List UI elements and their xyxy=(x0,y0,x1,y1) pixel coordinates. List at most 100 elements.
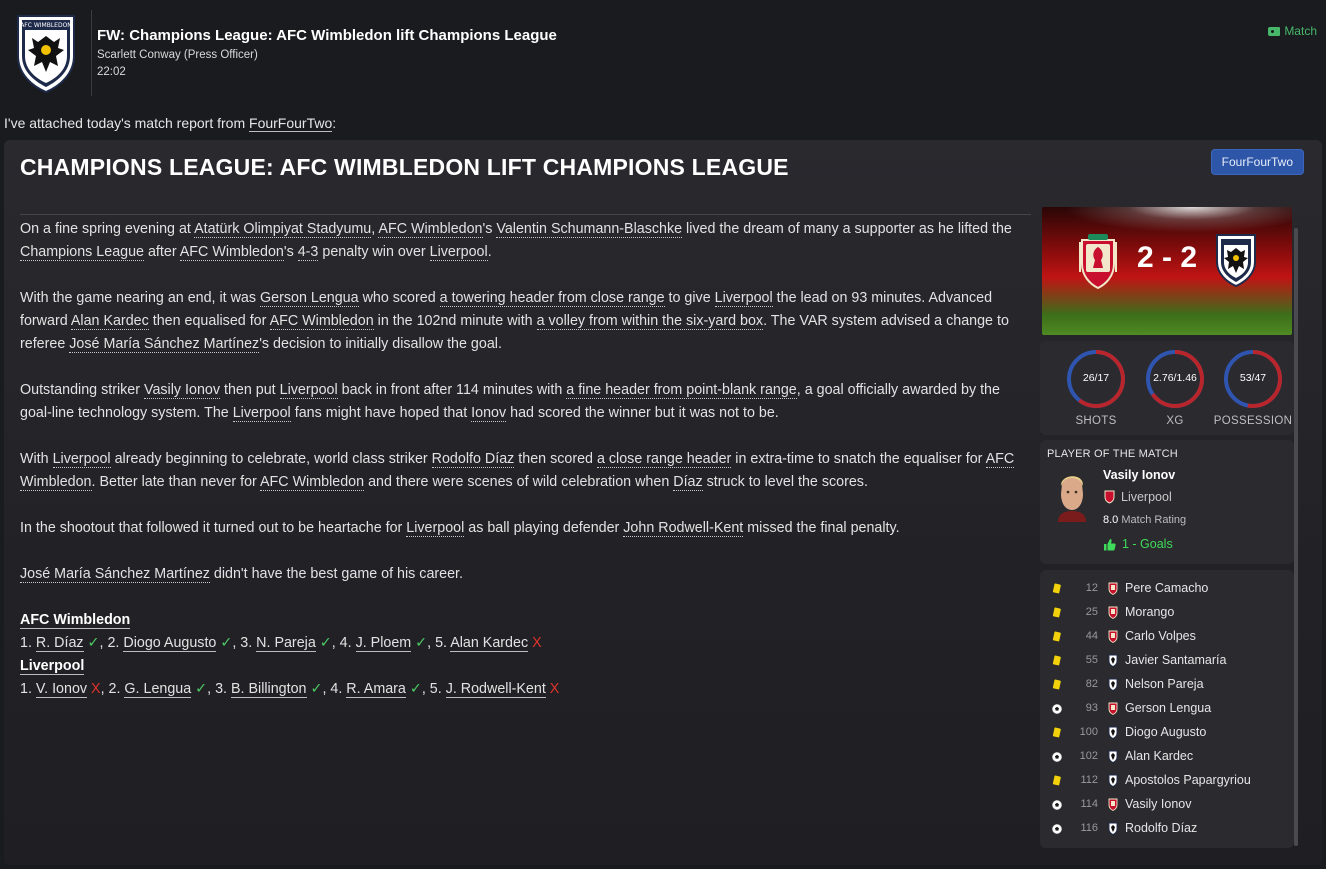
article-link[interactable]: a volley from within the six-yard box xyxy=(536,313,764,330)
kick-taker[interactable]: Diogo Augusto xyxy=(123,635,217,652)
potm-rating-label: Match Rating xyxy=(1121,514,1187,526)
event-player[interactable]: Pere Camacho xyxy=(1125,581,1208,595)
event-minute: 102 xyxy=(1079,750,1098,762)
article-link[interactable]: Gerson Lengua xyxy=(260,290,359,307)
article-link[interactable]: Alan Kardec xyxy=(70,313,149,330)
article-body: On a fine spring evening at Atatürk Olim… xyxy=(20,218,1032,701)
intro-source-link[interactable]: FourFourTwo xyxy=(249,115,333,132)
article-headline: CHAMPIONS LEAGUE: AFC WIMBLEDON LIFT CHA… xyxy=(20,154,789,180)
message-sender[interactable]: Scarlett Conway (Press Officer) xyxy=(97,49,258,61)
kick-number: , 5. xyxy=(427,635,451,651)
article-divider xyxy=(20,214,1031,215)
kick-taker[interactable]: V. Ionov xyxy=(35,681,88,698)
match-link[interactable]: Match xyxy=(1268,24,1317,38)
article-link[interactable]: Valentin Schumann-Blaschke xyxy=(496,221,683,238)
article-link[interactable]: Liverpool xyxy=(52,451,111,468)
match-stats-card[interactable]: 26/17 SHOTS 2.76/1.46 XG 53/47 POSSESSION xyxy=(1040,341,1294,435)
potm-club[interactable]: Liverpool xyxy=(1104,490,1172,504)
stat-value: 2.76/1.46 xyxy=(1153,372,1197,384)
event-player[interactable]: Gerson Lengua xyxy=(1125,701,1211,715)
event-row[interactable]: 82 Nelson Pareja xyxy=(1040,673,1294,697)
article-link[interactable]: Liverpool xyxy=(279,382,338,399)
article-link[interactable]: Atatürk Olimpiyat Stadyumu xyxy=(194,221,372,238)
event-player[interactable]: Javier Santamaría xyxy=(1125,653,1226,667)
kick-taker[interactable]: R. Amara xyxy=(346,681,406,698)
kick-taker[interactable]: J. Rodwell-Kent xyxy=(445,681,546,698)
article-link[interactable]: Liverpool xyxy=(406,520,465,537)
event-player[interactable]: Nelson Pareja xyxy=(1125,677,1204,691)
kick-number: 1. xyxy=(20,635,36,651)
article-link[interactable]: Liverpool xyxy=(232,405,291,422)
stat-xg: 2.76/1.46 XG xyxy=(1135,347,1215,427)
event-row[interactable]: 102 Alan Kardec xyxy=(1040,745,1294,769)
article-link[interactable]: José María Sánchez Martínez xyxy=(20,566,210,583)
event-row[interactable]: 114 Vasily Ionov xyxy=(1040,793,1294,817)
article-link[interactable]: AFC Wimbledon xyxy=(269,313,374,330)
event-row[interactable]: 116 Rodolfo Díaz xyxy=(1040,817,1294,841)
shootout-team-heading: AFC Wimbledon xyxy=(20,609,1032,632)
article-text: With xyxy=(20,451,53,467)
event-minute: 82 xyxy=(1085,678,1098,690)
article-link[interactable]: AFC Wimbledon xyxy=(179,244,284,261)
score-card[interactable]: 2 - 2 xyxy=(1042,207,1292,335)
svg-text:AFC WIMBLEDON: AFC WIMBLEDON xyxy=(20,22,72,29)
yellow-card-icon xyxy=(1052,607,1061,618)
kick-taker[interactable]: B. Billington xyxy=(231,681,307,698)
shootout-team-name[interactable]: AFC Wimbledon xyxy=(20,612,131,629)
article-link[interactable]: John Rodwell-Kent xyxy=(623,520,744,537)
match-events-card[interactable]: 12 Pere Camacho 25 Morango 44 Carlo Volpes 55 J… xyxy=(1040,570,1294,848)
event-player[interactable]: Apostolos Papargyriou xyxy=(1125,773,1251,787)
event-player[interactable]: Alan Kardec xyxy=(1125,749,1193,763)
source-button[interactable]: FourFourTwo xyxy=(1210,149,1304,175)
event-row[interactable]: 25 Morango xyxy=(1040,601,1294,625)
article-text: in the 102nd minute with xyxy=(373,313,537,329)
kick-number: , 4. xyxy=(322,681,347,697)
shootout-team-name[interactable]: Liverpool xyxy=(20,658,85,675)
event-minute: 44 xyxy=(1085,630,1098,642)
kick-taker[interactable]: G. Lengua xyxy=(124,681,192,698)
kick-taker[interactable]: Alan Kardec xyxy=(450,635,529,652)
shootout-kicks: 1. V. Ionov X, 2. G. Lengua ✓, 3. B. Bil… xyxy=(20,678,1032,701)
event-player[interactable]: Vasily Ionov xyxy=(1125,797,1191,811)
article-link[interactable]: Ionov xyxy=(471,405,507,422)
event-player[interactable]: Carlo Volpes xyxy=(1125,629,1196,643)
event-minute: 93 xyxy=(1085,702,1098,714)
article-link[interactable]: a fine header from point-blank range xyxy=(566,382,797,399)
event-row[interactable]: 12 Pere Camacho xyxy=(1040,577,1294,601)
article-paragraph: With the game nearing an end, it was Ger… xyxy=(20,287,1032,356)
event-row[interactable]: 93 Gerson Lengua xyxy=(1040,697,1294,721)
kick-taker[interactable]: R. Díaz xyxy=(35,635,84,652)
event-row[interactable]: 44 Carlo Volpes xyxy=(1040,625,1294,649)
article-link[interactable]: Díaz xyxy=(673,474,703,491)
event-row[interactable]: 55 Javier Santamaría xyxy=(1040,649,1294,673)
article-text: missed the final penalty. xyxy=(743,520,900,536)
article-link[interactable]: 4-3 xyxy=(297,244,319,261)
kick-taker[interactable]: N. Pareja xyxy=(256,635,316,652)
event-player[interactable]: Rodolfo Díaz xyxy=(1125,821,1197,835)
sidebar-scrollbar[interactable] xyxy=(1294,228,1298,846)
article-link[interactable]: a towering header from close range xyxy=(439,290,665,307)
article-text: With the game nearing an end, it was xyxy=(20,290,261,306)
event-row[interactable]: 100 Diogo Augusto xyxy=(1040,721,1294,745)
event-row[interactable]: 112 Apostolos Papargyriou xyxy=(1040,769,1294,793)
potm-player-name[interactable]: Vasily Ionov xyxy=(1103,468,1175,482)
liverpool-crest-icon xyxy=(1108,582,1118,595)
event-player[interactable]: Morango xyxy=(1125,605,1174,619)
article-link[interactable]: José María Sánchez Martínez xyxy=(69,336,260,353)
article-link[interactable]: AFC Wimbledon xyxy=(260,474,365,491)
kick-taker[interactable]: J. Ploem xyxy=(355,635,412,652)
event-player[interactable]: Diogo Augusto xyxy=(1125,725,1206,739)
potm-goals-text: 1 - Goals xyxy=(1122,537,1173,551)
article-link[interactable]: Liverpool xyxy=(429,244,488,261)
player-of-the-match-card[interactable]: PLAYER OF THE MATCH Vasily Ionov Liverpo… xyxy=(1040,440,1294,564)
article-link[interactable]: Rodolfo Díaz xyxy=(431,451,515,468)
article-link[interactable]: AFC Wimbledon xyxy=(378,221,483,238)
article-link[interactable]: a close range header xyxy=(596,451,732,468)
intro-text: I've attached today's match report from … xyxy=(4,115,336,132)
article-text: didn't have the best game of his career. xyxy=(209,566,464,582)
potm-title: PLAYER OF THE MATCH xyxy=(1047,448,1178,460)
article-link[interactable]: Liverpool xyxy=(714,290,773,307)
check-icon: ✓ xyxy=(83,635,100,651)
article-link[interactable]: Champions League xyxy=(20,244,144,261)
article-link[interactable]: Vasily Ionov xyxy=(143,382,220,399)
